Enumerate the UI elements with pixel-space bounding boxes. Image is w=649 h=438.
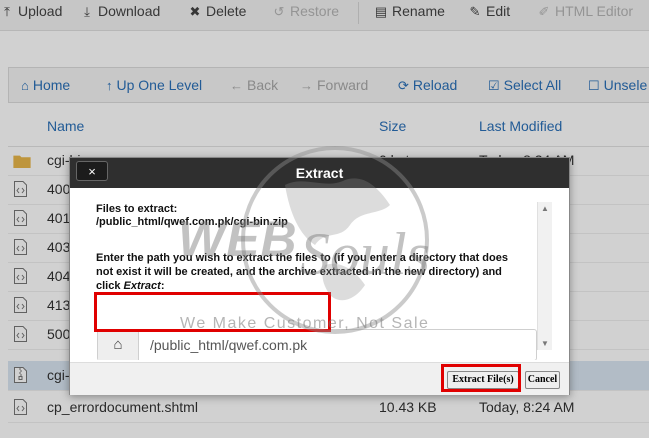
dialog-title: Extract (70, 158, 569, 188)
scroll-up-icon[interactable]: ▲ (538, 204, 552, 213)
extract-instructions: Enter the path you wish to extract the f… (96, 252, 508, 292)
extract-path-input[interactable] (139, 330, 535, 360)
scroll-down-icon[interactable]: ▼ (538, 339, 552, 348)
extract-button-highlight-box (441, 364, 521, 392)
extract-path-group: ⌂ (97, 329, 537, 360)
files-to-extract-label: Files to extract: (96, 203, 178, 215)
close-button[interactable]: × (76, 161, 108, 181)
home-icon: ⌂ (98, 330, 139, 360)
archive-path: /public_html/qwef.com.pk/cgi-bin.zip (96, 216, 288, 228)
dialog-body: Files to extract: /public_html/qwef.com.… (70, 188, 551, 360)
dialog-scrollbar[interactable]: ▲ ▼ (537, 202, 552, 350)
extract-dialog: Extract × Files to extract: /public_html… (69, 157, 570, 395)
cancel-button[interactable]: Cancel (525, 371, 560, 389)
path-highlight-box (94, 292, 331, 332)
